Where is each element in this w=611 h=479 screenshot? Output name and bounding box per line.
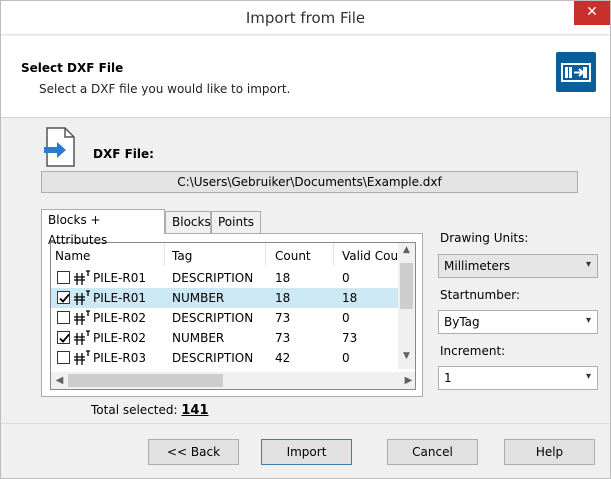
attribute-block-icon — [74, 290, 90, 305]
header-title: Select DXF File — [21, 61, 124, 75]
row-count: 73 — [275, 331, 291, 345]
row-tag: DESCRIPTION — [172, 311, 254, 325]
window-title: Import from File — [245, 9, 366, 27]
title-bar: Import from File ✕ — [1, 1, 610, 35]
row-tag: DESCRIPTION — [172, 271, 254, 285]
scroll-up-icon[interactable]: ▲ — [398, 245, 415, 261]
row-count: 18 — [275, 271, 291, 285]
row-valid-count: 0 — [342, 311, 350, 325]
column-header-name[interactable]: Name — [55, 249, 90, 263]
row-checkbox[interactable] — [57, 271, 70, 284]
header-subtitle: Select a DXF file you would like to impo… — [39, 82, 291, 96]
drawing-units-value: Millimeters — [444, 259, 511, 273]
chevron-down-icon: ▾ — [585, 371, 591, 382]
help-button[interactable]: Help — [504, 439, 595, 465]
scroll-down-icon[interactable]: ▼ — [398, 351, 415, 367]
blocks-grid[interactable]: Name Tag Count Valid Count PILE-R01 DESC… — [50, 242, 416, 390]
scroll-left-icon[interactable]: ◀ — [51, 372, 68, 389]
increment-label: Increment: — [440, 344, 506, 358]
attribute-block-icon — [74, 310, 90, 325]
row-checkbox[interactable] — [57, 311, 70, 324]
row-count: 42 — [275, 351, 291, 365]
button-bar: << Back Import Cancel Help — [1, 423, 610, 478]
horizontal-scrollbar[interactable]: ◀ ▶ — [51, 372, 415, 389]
chevron-down-icon: ▾ — [585, 259, 591, 270]
increment-select[interactable]: 1 ▾ — [438, 366, 598, 390]
total-selected-value: 141 — [181, 403, 209, 418]
table-row[interactable]: PILE-R02 DESCRIPTION 73 0 — [51, 308, 399, 328]
row-valid-count: 0 — [342, 271, 350, 285]
startnumber-label: Startnumber: — [440, 288, 520, 302]
row-name: PILE-R01 — [93, 291, 146, 305]
row-name: PILE-R03 — [93, 351, 146, 365]
row-checkbox[interactable] — [57, 351, 70, 364]
vertical-scrollbar[interactable]: ▲ ▼ — [398, 243, 415, 369]
row-valid-count: 73 — [342, 331, 358, 345]
checkmark-icon — [59, 293, 70, 303]
column-header-tag[interactable]: Tag — [172, 249, 192, 263]
close-icon: ✕ — [586, 4, 598, 20]
row-name: PILE-R02 — [93, 331, 146, 345]
dxf-file-label: DXF File: — [93, 147, 154, 161]
drawing-units-select[interactable]: Millimeters ▾ — [438, 254, 598, 278]
total-selected: Total selected: 141 — [91, 403, 209, 418]
column-header-count[interactable]: Count — [275, 249, 311, 263]
startnumber-value: ByTag — [444, 315, 480, 329]
row-valid-count: 0 — [342, 351, 350, 365]
back-button[interactable]: << Back — [148, 439, 239, 465]
table-row[interactable]: PILE-R01 NUMBER 18 18 — [51, 288, 399, 308]
row-tag: NUMBER — [172, 291, 225, 305]
file-path-field[interactable]: C:\Users\Gebruiker\Documents\Example.dxf — [41, 171, 578, 193]
row-name: PILE-R01 — [93, 271, 146, 285]
checkmark-icon — [59, 333, 70, 343]
attribute-block-icon — [74, 330, 90, 345]
increment-value: 1 — [444, 371, 452, 385]
total-selected-label: Total selected: — [91, 403, 178, 417]
row-checkbox[interactable] — [57, 291, 70, 304]
wizard-header: Select DXF File Select a DXF file you wo… — [1, 36, 610, 118]
attribute-block-icon — [74, 350, 90, 365]
tab-blocks[interactable]: Blocks — [165, 211, 211, 233]
import-dialog: Import from File ✕ Select DXF File Selec… — [0, 0, 611, 479]
row-count: 18 — [275, 291, 291, 305]
tab-points[interactable]: Points — [211, 211, 261, 233]
row-tag: NUMBER — [172, 331, 225, 345]
file-import-icon — [43, 127, 77, 167]
table-row[interactable]: PILE-R03 DESCRIPTION 42 0 — [51, 348, 399, 365]
horizontal-scroll-thumb[interactable] — [68, 374, 223, 387]
scroll-right-icon[interactable]: ▶ — [400, 372, 415, 389]
import-logo-icon — [556, 52, 596, 92]
attribute-block-icon — [74, 270, 90, 285]
table-row[interactable]: PILE-R01 DESCRIPTION 18 0 — [51, 268, 399, 288]
chevron-down-icon: ▾ — [585, 315, 591, 326]
tab-panel: Name Tag Count Valid Count PILE-R01 DESC… — [41, 233, 423, 397]
table-row[interactable]: PILE-R02 NUMBER 73 73 — [51, 328, 399, 348]
row-checkbox[interactable] — [57, 331, 70, 344]
startnumber-select[interactable]: ByTag ▾ — [438, 310, 598, 334]
close-button[interactable]: ✕ — [574, 1, 610, 25]
row-name: PILE-R02 — [93, 311, 146, 325]
drawing-units-label: Drawing Units: — [440, 231, 529, 245]
cancel-button[interactable]: Cancel — [387, 439, 478, 465]
import-button[interactable]: Import — [261, 439, 352, 465]
vertical-scroll-thumb[interactable] — [400, 263, 413, 309]
row-tag: DESCRIPTION — [172, 351, 254, 365]
row-count: 73 — [275, 311, 291, 325]
row-valid-count: 18 — [342, 291, 358, 305]
tab-blocks-attributes[interactable]: Blocks + Attributes — [41, 209, 165, 247]
